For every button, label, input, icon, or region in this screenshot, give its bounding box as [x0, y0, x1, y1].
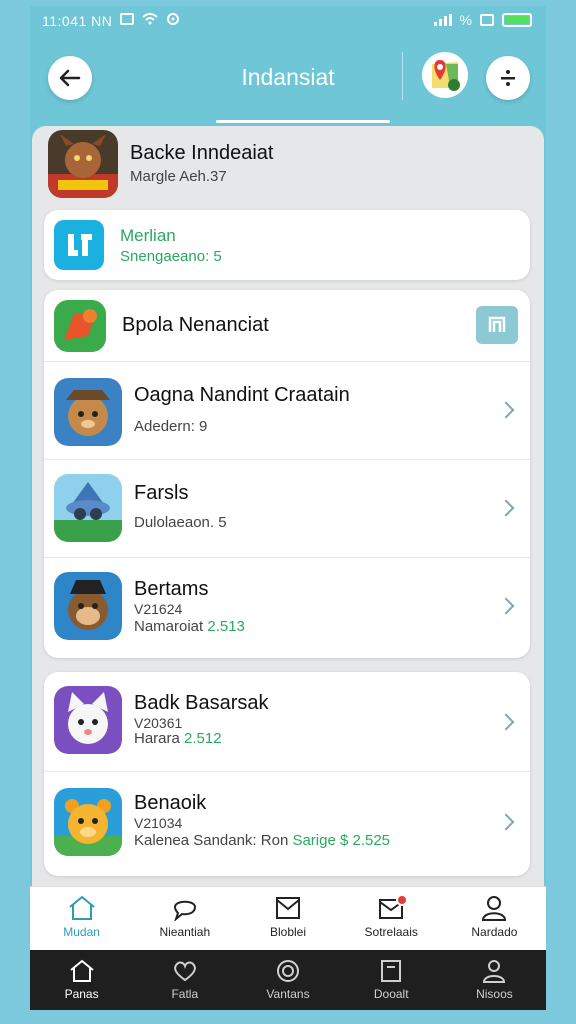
- screenshot-icon: [120, 13, 134, 25]
- status-left-icons: [120, 12, 180, 26]
- status-right-icons: %: [433, 12, 532, 28]
- home-icon: [68, 895, 95, 920]
- nav-label: Bloblei: [269, 925, 307, 939]
- nav-item-chat[interactable]: Nieantiah: [133, 887, 236, 950]
- home-icon: [69, 959, 94, 982]
- chevron-right-icon: [497, 499, 515, 517]
- battery-percent: %: [459, 12, 472, 28]
- app-name: Merlian: [120, 226, 176, 245]
- app-logo-icon: [54, 220, 104, 270]
- header-tab-indicator: [216, 120, 390, 123]
- game-character-icon: [48, 130, 118, 198]
- app-price: 2.513: [207, 618, 245, 635]
- list-item[interactable]: Benaoik V21034 Kalenea Sandank: Ron Sari…: [44, 772, 530, 876]
- system-nav-home[interactable]: Panas: [30, 950, 133, 1010]
- list-item[interactable]: Bertams V21624 Namaroiat 2.513: [44, 558, 530, 658]
- nav-label: Fatla: [171, 987, 199, 1001]
- nav-label: Panas: [64, 987, 99, 1001]
- app-name: Bpola Nenanciat: [122, 314, 269, 336]
- more-options-button[interactable]: [486, 56, 530, 100]
- app-name: Badk Basarsak: [134, 692, 269, 714]
- app-meta: Dulolaeaon. 5: [134, 514, 227, 531]
- app-meta: Namaroiat 2.513: [134, 618, 245, 635]
- wifi-icon: [142, 13, 158, 25]
- signal-icon: [433, 14, 452, 26]
- status-time: 11:041 NN: [42, 13, 113, 29]
- nav-item-messages[interactable]: Bloblei: [236, 887, 339, 950]
- notification-badge: [395, 894, 408, 906]
- nav-label: Dooalt: [373, 987, 409, 1001]
- system-nav-bar: Panas Fatla Vantans Dooalt Nisoos: [30, 950, 546, 1010]
- app-name: Oagna Nandint Craatain: [134, 384, 350, 406]
- chevron-right-icon: [497, 713, 515, 731]
- app-list-group: Badk Basarsak V20361 Harara 2.512 Benaoi…: [44, 672, 530, 876]
- app-name: Benaoik: [134, 792, 207, 814]
- chevron-right-icon: [497, 597, 515, 615]
- chevron-right-icon: [497, 813, 515, 831]
- nav-item-notifications[interactable]: Sotrelaais: [340, 887, 443, 950]
- phone-screen: 11:041 NN % Indansiat Backe Inndeaiat Ma…: [30, 6, 546, 1010]
- app-meta: Adedern: 9: [134, 418, 208, 435]
- system-nav-square[interactable]: Dooalt: [340, 950, 443, 1010]
- system-nav-target[interactable]: Vantans: [236, 950, 339, 1010]
- list-item[interactable]: Bpola Nenanciat: [44, 290, 530, 362]
- app-version: V20361: [134, 715, 183, 731]
- chevron-right-icon: [497, 401, 515, 419]
- open-app-button[interactable]: [476, 306, 518, 344]
- list-item[interactable]: Farsls Dulolaeaon. 5: [44, 460, 530, 558]
- nav-label: Mudan: [63, 925, 100, 939]
- app-version: V21034: [134, 815, 183, 831]
- app-header: Indansiat: [30, 36, 546, 123]
- mail-icon: [276, 897, 300, 919]
- bear-character-icon: [54, 788, 122, 856]
- sync-icon: [167, 13, 179, 25]
- status-bar: 11:041 NN %: [30, 6, 546, 36]
- list-item-featured[interactable]: Backe Inndeaiat Margle Aeh.37: [32, 126, 544, 204]
- nav-label: Vantans: [266, 987, 310, 1001]
- app-name: Backe Inndeaiat: [130, 142, 274, 164]
- leaf-app-icon: [54, 300, 106, 352]
- square-icon: [381, 960, 402, 982]
- square-icon: [488, 316, 506, 332]
- explorer-character-icon: [54, 378, 122, 446]
- page-title: Indansiat: [241, 64, 335, 90]
- person-icon: [483, 960, 506, 983]
- message-icon: [480, 14, 494, 26]
- nav-label: Nardado: [471, 925, 518, 939]
- nav-label: Nieantiah: [159, 925, 211, 939]
- app-list-panel: Backe Inndeaiat Margle Aeh.37 Merlian Sn…: [32, 126, 544, 888]
- app-price: Sarige $ 2.525: [292, 832, 391, 849]
- bottom-nav: Mudan Nieantiah Bloblei Sotrelaais Narda…: [30, 886, 546, 950]
- list-item[interactable]: Badk Basarsak V20361 Harara 2.512: [44, 672, 530, 772]
- app-name: Farsls: [134, 482, 189, 504]
- person-icon: [482, 896, 507, 921]
- app-subtitle: Snengaeano: 5: [120, 248, 222, 265]
- app-list-group: Bpola Nenanciat Oagna Nandint Craatain A…: [44, 290, 530, 658]
- nav-label: Nisoos: [476, 987, 513, 1001]
- app-price: 2.512: [184, 730, 222, 747]
- robot-character-icon: [54, 474, 122, 542]
- app-meta: Harara 2.512: [134, 730, 222, 747]
- target-icon: [277, 960, 299, 982]
- map-button[interactable]: [422, 52, 468, 98]
- app-meta: Kalenea Sandank: Ron Sarige $ 2.525: [134, 832, 391, 849]
- list-item[interactable]: Oagna Nandint Craatain Adedern: 9: [44, 362, 530, 460]
- header-divider: [402, 52, 403, 100]
- monkey-character-icon: [54, 572, 122, 640]
- battery-icon: [502, 13, 532, 27]
- list-item-card[interactable]: Merlian Snengaeano: 5: [44, 210, 530, 280]
- cat-character-icon: [54, 686, 122, 754]
- nav-item-home[interactable]: Mudan: [30, 887, 133, 950]
- app-name: Bertams: [134, 578, 209, 600]
- chat-icon: [173, 900, 196, 921]
- app-subtitle: Margle Aeh.37: [130, 168, 227, 185]
- app-version: V21624: [134, 601, 183, 617]
- map-pin-icon: [423, 53, 467, 97]
- nav-label: Sotrelaais: [364, 925, 418, 939]
- divide-icon: [501, 70, 515, 86]
- heart-icon: [173, 961, 196, 982]
- nav-item-profile[interactable]: Nardado: [443, 887, 546, 950]
- system-nav-profile[interactable]: Nisoos: [443, 950, 546, 1010]
- system-nav-favorites[interactable]: Fatla: [133, 950, 236, 1010]
